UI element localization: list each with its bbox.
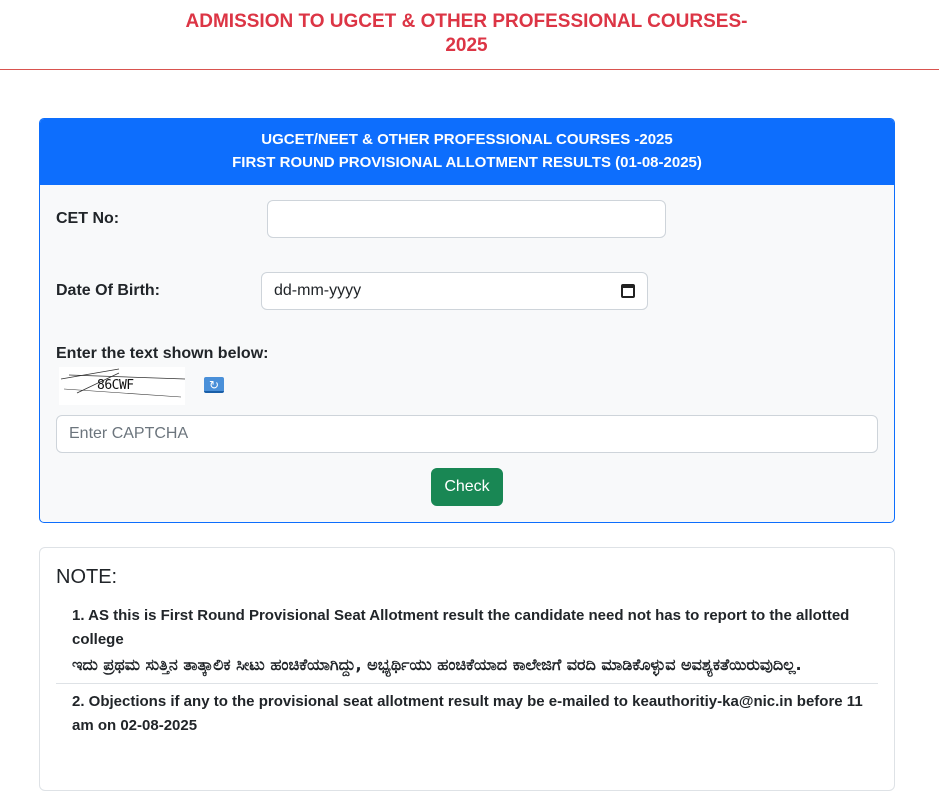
refresh-icon[interactable]: ↻: [204, 377, 224, 393]
captcha-label: Enter the text shown below:: [56, 345, 269, 362]
note-card: NOTE: 1. AS this is First Round Provisio…: [39, 547, 895, 791]
allotment-result-form: UGCET/NEET & OTHER PROFESSIONAL COURSES …: [39, 118, 895, 523]
form-heading-line2: FIRST ROUND PROVISIONAL ALLOTMENT RESULT…: [232, 154, 702, 171]
cet-number-label: CET No:: [56, 210, 120, 227]
note-item-2: 2. Objections if any to the provisional …: [56, 683, 878, 738]
note-item-1-english: 1. AS this is First Round Provisional Se…: [72, 607, 850, 648]
cet-number-input[interactable]: [267, 200, 666, 238]
form-card-header: UGCET/NEET & OTHER PROFESSIONAL COURSES …: [40, 119, 894, 185]
page-title-line1: ADMISSION TO UGCET & OTHER PROFESSIONAL …: [185, 11, 748, 32]
date-of-birth-placeholder: dd-mm-yyyy: [274, 282, 362, 299]
page-title-line2: 2025: [445, 35, 488, 56]
note-item-2-english: 2. Objections if any to the provisional …: [72, 693, 863, 734]
captcha-input[interactable]: [56, 415, 878, 453]
note-title: NOTE:: [56, 566, 118, 588]
captcha-image: 86CWF: [59, 367, 185, 405]
calendar-icon[interactable]: [621, 284, 635, 298]
page-title: ADMISSION TO UGCET & OTHER PROFESSIONAL …: [80, 10, 853, 58]
site-header: ADMISSION TO UGCET & OTHER PROFESSIONAL …: [0, 0, 939, 70]
note-item-1-kannada: ಇದು ಪ್ರಥಮ ಸುತ್ತಿನ ತಾತ್ಕಾಲಿಕ ಸೀಟು ಹಂಚಿಕೆಯ…: [72, 655, 802, 674]
note-list: 1. AS this is First Round Provisional Se…: [56, 604, 878, 738]
captcha-text: 86CWF: [97, 378, 134, 393]
date-of-birth-label: Date Of Birth:: [56, 282, 160, 299]
check-button[interactable]: Check: [431, 468, 503, 506]
note-item-1: 1. AS this is First Round Provisional Se…: [56, 604, 878, 677]
date-of-birth-input[interactable]: dd-mm-yyyy: [261, 272, 648, 310]
form-heading-line1: UGCET/NEET & OTHER PROFESSIONAL COURSES …: [261, 131, 673, 148]
